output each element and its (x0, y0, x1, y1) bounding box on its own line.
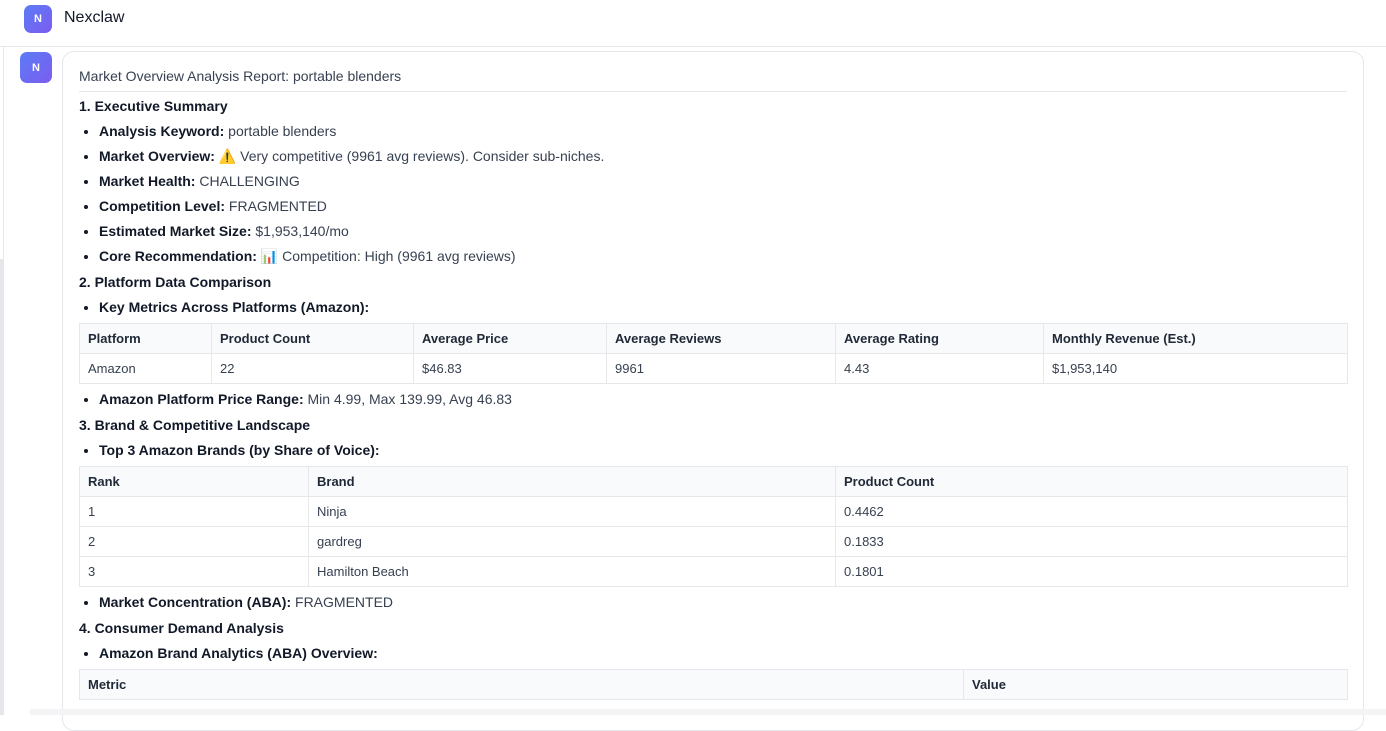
report-title: Market Overview Analysis Report: portabl… (79, 52, 1347, 92)
section-heading-platform-comparison: 2. Platform Data Comparison (79, 274, 272, 290)
column-header: Brand (308, 466, 836, 497)
section-heading-consumer-demand: 4. Consumer Demand Analysis (79, 620, 284, 636)
column-header: Platform (79, 323, 212, 354)
platform-metrics-table: Platform Product Count Average Price Ave… (79, 323, 1348, 384)
platform-intro-list: Key Metrics Across Platforms (Amazon): (79, 295, 1347, 320)
app-title: Nexclaw (64, 9, 125, 26)
assistant-message-bubble: Market Overview Analysis Report: portabl… (62, 51, 1364, 731)
table-cell: $46.83 (413, 353, 607, 384)
table-cell: 0.1801 (835, 556, 1348, 587)
table-cell: 2 (79, 526, 309, 557)
rail-divider (3, 47, 4, 259)
table-row: 2 gardreg 0.1833 (79, 526, 1348, 557)
table-cell: Amazon (79, 353, 212, 384)
table-cell: 4.43 (835, 353, 1044, 384)
list-item: Market Health: CHALLENGING (99, 169, 1347, 194)
table-cell: 0.1833 (835, 526, 1348, 557)
list-item: Competition Level: FRAGMENTED (99, 194, 1347, 219)
left-rail (0, 47, 5, 715)
table-row: 1 Ninja 0.4462 (79, 496, 1348, 527)
list-item: Market Concentration (ABA): FRAGMENTED (99, 590, 1347, 615)
rail-scrollbar[interactable] (0, 259, 4, 715)
brand-intro-list: Top 3 Amazon Brands (by Share of Voice): (79, 438, 1347, 463)
column-header: Metric (79, 669, 964, 700)
table-header-row: Rank Brand Product Count (79, 466, 1348, 497)
list-item: Amazon Platform Price Range: Min 4.99, M… (99, 387, 1347, 412)
table-cell: 1 (79, 496, 309, 527)
table-header-row: Platform Product Count Average Price Ave… (79, 323, 1348, 354)
table-cell: $1,953,140 (1043, 353, 1348, 384)
column-header: Value (963, 669, 1348, 700)
concentration-list: Market Concentration (ABA): FRAGMENTED (79, 590, 1347, 615)
table-cell: 9961 (606, 353, 836, 384)
list-item: Core Recommendation: 📊 Competition: High… (99, 244, 1347, 269)
column-header: Monthly Revenue (Est.) (1043, 323, 1348, 354)
column-header: Average Rating (835, 323, 1044, 354)
list-item: Top 3 Amazon Brands (by Share of Voice): (99, 438, 1347, 463)
list-item: Estimated Market Size: $1,953,140/mo (99, 219, 1347, 244)
aba-overview-table: Metric Value (79, 669, 1348, 700)
executive-summary-list: Analysis Keyword: portable blenders Mark… (79, 119, 1347, 269)
assistant-avatar: N (20, 52, 52, 83)
list-item: Amazon Brand Analytics (ABA) Overview: (99, 641, 1347, 666)
list-item: Market Overview: ⚠️ Very competitive (99… (99, 144, 1347, 169)
table-cell: Ninja (308, 496, 836, 527)
bottom-edge (30, 709, 1386, 715)
message-content: Market Overview Analysis Report: portabl… (79, 52, 1348, 703)
column-header: Average Reviews (606, 323, 836, 354)
table-cell: 22 (211, 353, 414, 384)
column-header: Average Price (413, 323, 607, 354)
app-logo-avatar: N (24, 5, 52, 33)
section-heading-brand-landscape: 3. Brand & Competitive Landscape (79, 417, 311, 433)
list-item: Key Metrics Across Platforms (Amazon): (99, 295, 1347, 320)
column-header: Product Count (835, 466, 1348, 497)
app-header: N Nexclaw (0, 0, 1386, 47)
table-cell: gardreg (308, 526, 836, 557)
column-header: Rank (79, 466, 309, 497)
list-item: Analysis Keyword: portable blenders (99, 119, 1347, 144)
price-range-list: Amazon Platform Price Range: Min 4.99, M… (79, 387, 1347, 412)
table-cell: 0.4462 (835, 496, 1348, 527)
table-cell: 3 (79, 556, 309, 587)
table-row: 3 Hamilton Beach 0.1801 (79, 556, 1348, 587)
top-brands-table: Rank Brand Product Count 1 Ninja 0.4462 … (79, 466, 1348, 587)
table-cell: Hamilton Beach (308, 556, 836, 587)
section-heading-executive-summary: 1. Executive Summary (79, 98, 228, 114)
column-header: Product Count (211, 323, 414, 354)
aba-intro-list: Amazon Brand Analytics (ABA) Overview: (79, 641, 1347, 666)
table-row: Amazon 22 $46.83 9961 4.43 $1,953,140 (79, 353, 1348, 384)
table-header-row: Metric Value (79, 669, 1348, 700)
